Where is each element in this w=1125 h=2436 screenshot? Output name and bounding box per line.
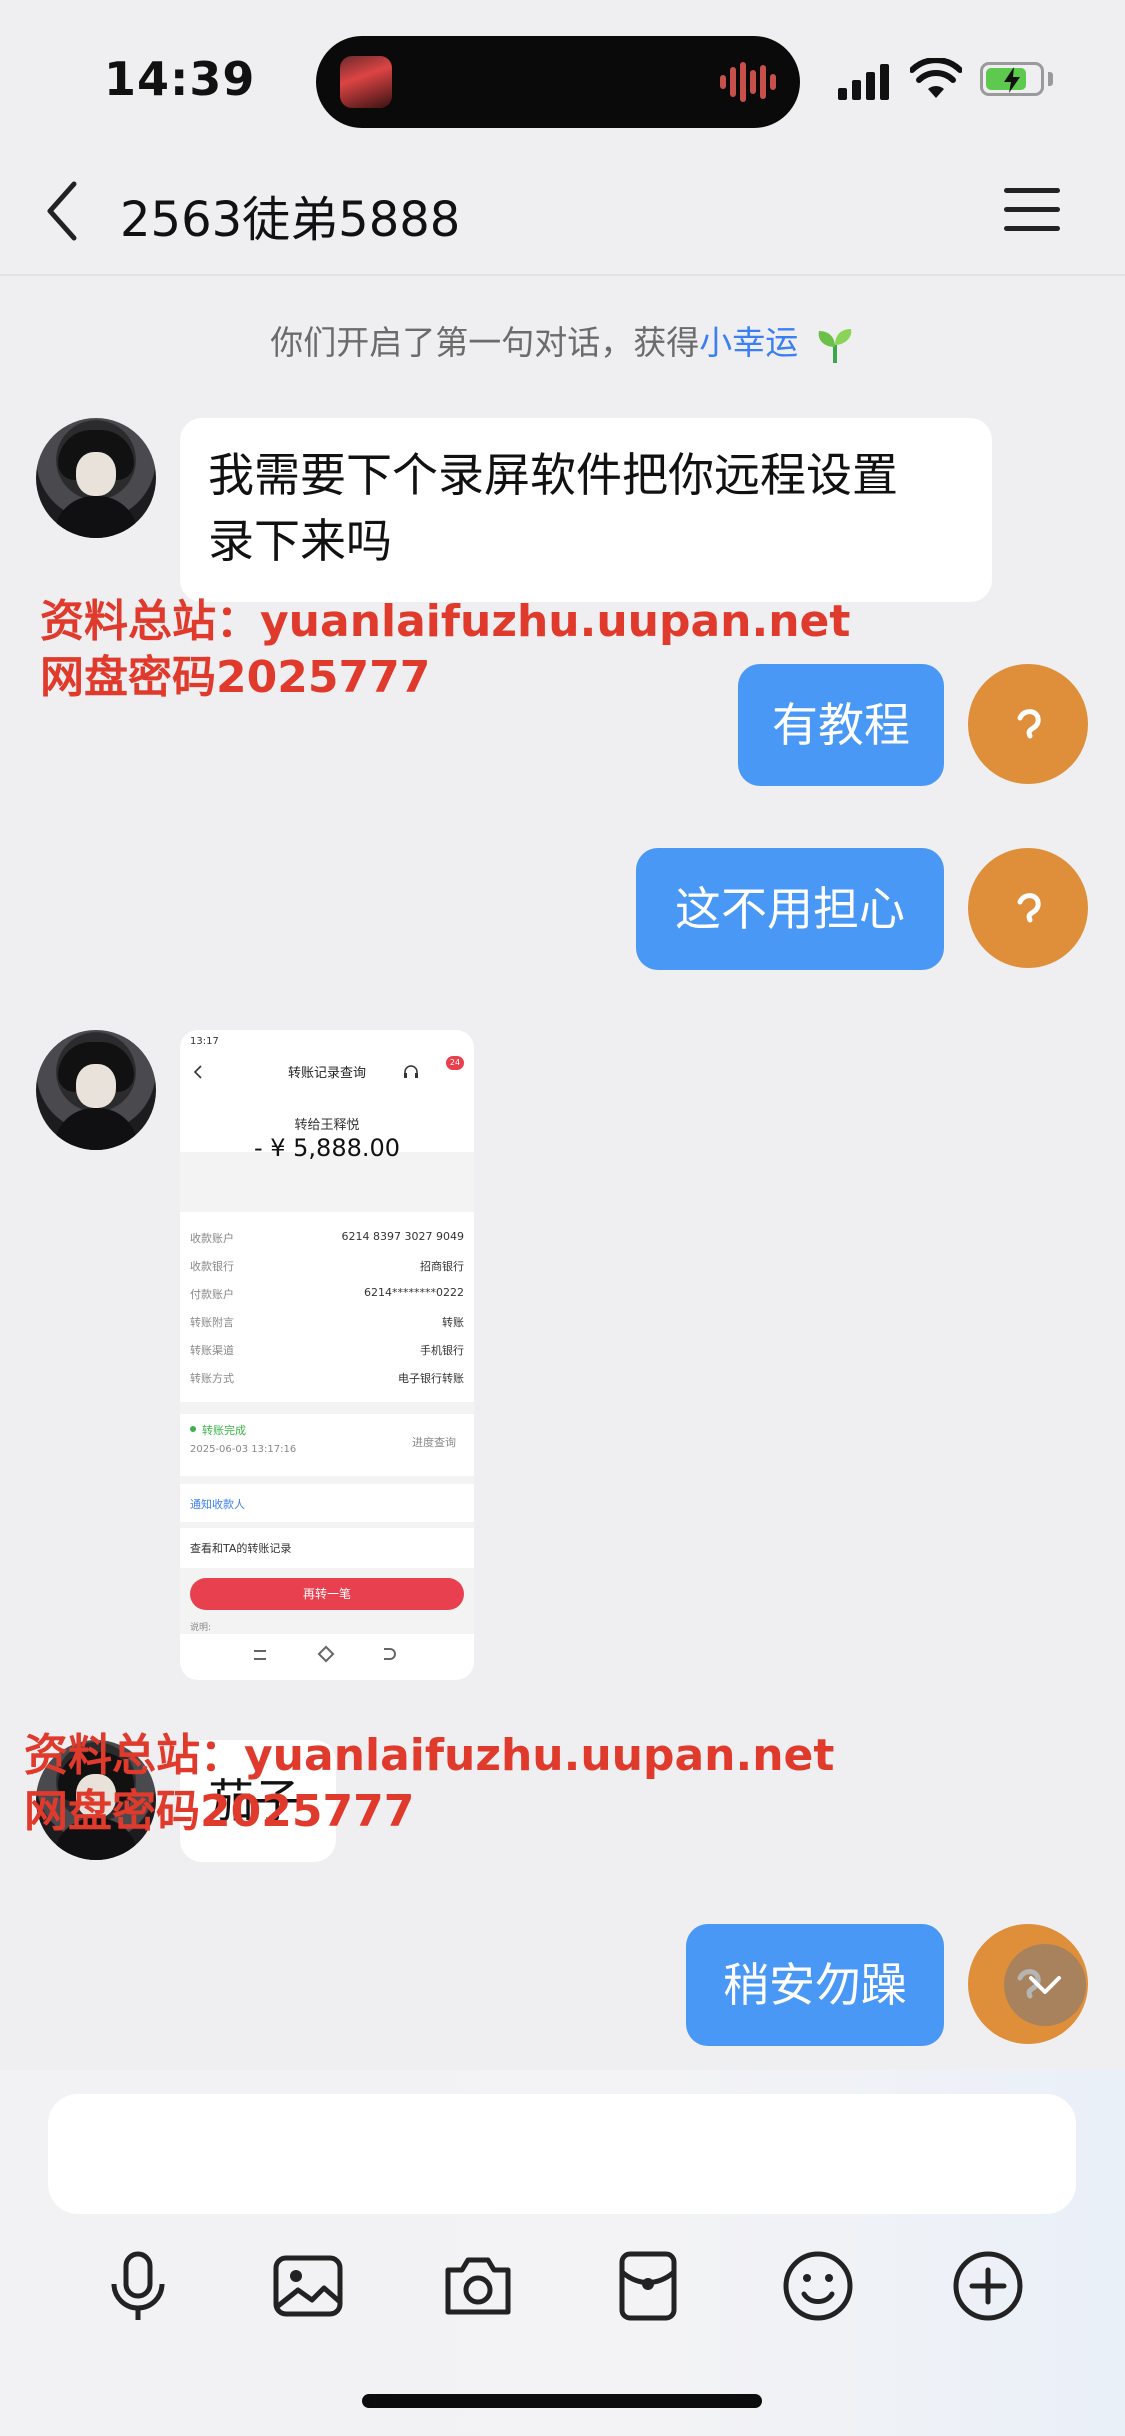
transfer-status: 转账完成 (202, 1424, 246, 1437)
chevron-down-icon (1029, 1976, 1061, 1994)
watermark-code: 2025777 (200, 1786, 415, 1837)
message-bubble-outgoing[interactable]: 稍安勿躁 (686, 1924, 944, 2046)
wifi-icon (910, 58, 962, 98)
avatar-logo-icon (1017, 709, 1041, 739)
watermark-label: 网盘密码 (40, 652, 216, 703)
system-tip: 你们开启了第一句对话，获得小幸运 (0, 316, 1125, 365)
watermark: 资料总站：yuanlaifuzhu.uupan.net 网盘密码2025777 (24, 1728, 834, 1840)
battery-icon (980, 62, 1044, 96)
transfer-time: 2025-06-03 13:17:16 (190, 1444, 297, 1455)
contact-avatar[interactable] (36, 1030, 156, 1150)
watermark-url: yuanlaifuzhu.uupan.net (260, 596, 851, 647)
row-value: 手机银行 (420, 1344, 464, 1357)
screenshot-menu-icon (254, 1650, 266, 1660)
row-value: 6214 8397 3027 9049 (341, 1230, 464, 1243)
row-value: 6214********0222 (364, 1286, 464, 1299)
image-icon[interactable] (268, 2246, 348, 2326)
camera-icon[interactable] (438, 2246, 518, 2326)
red-packet-icon[interactable] (608, 2246, 688, 2326)
row-value: 招商银行 (420, 1260, 464, 1273)
row-label: 转账渠道 (190, 1344, 234, 1357)
message-bubble-incoming[interactable]: 我需要下个录屏软件把你远程设置 录下来吗 (180, 418, 992, 602)
row-value: 转账 (442, 1316, 464, 1329)
transfer-again-button[interactable]: 再转一笔 (190, 1578, 464, 1610)
note-label: 说明: (190, 1623, 212, 1633)
watermark-url: yuanlaifuzhu.uupan.net (244, 1730, 835, 1781)
home-indicator[interactable] (362, 2394, 762, 2408)
message-bubble-outgoing[interactable]: 这不用担心 (636, 848, 944, 970)
row-label: 转账附言 (190, 1316, 234, 1329)
row-value: 电子银行转账 (398, 1372, 464, 1385)
system-tip-text: 你们开启了第一句对话，获得 (270, 323, 700, 362)
battery-tip (1048, 72, 1053, 86)
plus-icon[interactable] (948, 2246, 1028, 2326)
avatar-logo-icon (1017, 893, 1041, 923)
history-link[interactable]: 查看和TA的转账记录 (190, 1540, 291, 1556)
row-label: 转账方式 (190, 1372, 234, 1385)
status-time: 14:39 (104, 52, 256, 106)
success-dot (190, 1426, 196, 1432)
progress-link[interactable]: 进度查询 (412, 1434, 456, 1450)
sprout-icon (818, 328, 852, 363)
row-label: 付款账户 (190, 1288, 234, 1301)
menu-icon[interactable] (1004, 188, 1060, 232)
row-label: 收款账户 (190, 1232, 234, 1245)
watermark: 资料总站：yuanlaifuzhu.uupan.net 网盘密码2025777 (40, 594, 850, 706)
message-text: 我需要下个录屏软件把你远程设置 (208, 448, 898, 502)
screenshot-status-time: 13:17 (190, 1036, 219, 1047)
dynamic-island[interactable] (316, 36, 800, 128)
transfer-amount: - ¥ 5,888.00 (253, 1134, 401, 1162)
screenshot-title: 转账记录查询 (287, 1066, 366, 1081)
message-text: 录下来吗 (208, 514, 392, 568)
my-avatar[interactable] (968, 848, 1088, 968)
screenshot-headset-icon (404, 1065, 418, 1078)
watermark-label: 资料总站： (24, 1730, 244, 1781)
contact-avatar[interactable] (36, 418, 156, 538)
back-arrow-icon[interactable] (40, 178, 84, 244)
row-label: 收款银行 (190, 1260, 234, 1273)
payee-label: 转给王释悦 (294, 1118, 360, 1133)
lucky-link[interactable]: 小幸运 (699, 323, 798, 362)
watermark-code: 2025777 (216, 652, 431, 703)
scroll-to-bottom-button[interactable] (1004, 1944, 1086, 2026)
now-playing-thumbnail (340, 56, 392, 108)
microphone-icon[interactable] (98, 2246, 178, 2326)
audio-wave-icon (720, 60, 776, 104)
my-avatar[interactable] (968, 664, 1088, 784)
image-message-transfer-record[interactable]: 13:17 转账记录查询 24 转给王释悦 - ¥ 5,888.00 收款账户 … (180, 1030, 474, 1680)
screenshot-back-nav-icon (384, 1648, 396, 1660)
cellular-signal-icon (838, 60, 896, 100)
watermark-label: 网盘密码 (24, 1786, 200, 1837)
emoji-icon[interactable] (778, 2246, 858, 2326)
screenshot-badge: 24 (446, 1056, 464, 1070)
notify-link[interactable]: 通知收款人 (190, 1496, 245, 1512)
chat-title: 2563徒弟5888 (120, 192, 461, 248)
watermark-label: 资料总站： (40, 596, 260, 647)
message-input[interactable] (48, 2094, 1076, 2214)
